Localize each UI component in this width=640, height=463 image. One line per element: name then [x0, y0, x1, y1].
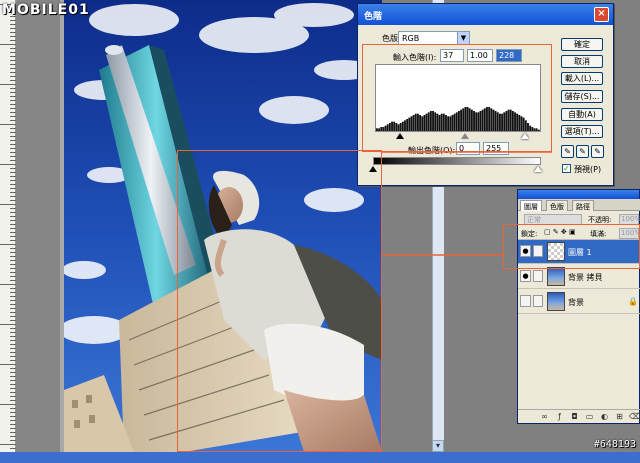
highlight-connector [382, 151, 552, 256]
watermark-id: #648193 [593, 439, 636, 450]
mobile01-logo: MOBILE01 [2, 2, 90, 18]
